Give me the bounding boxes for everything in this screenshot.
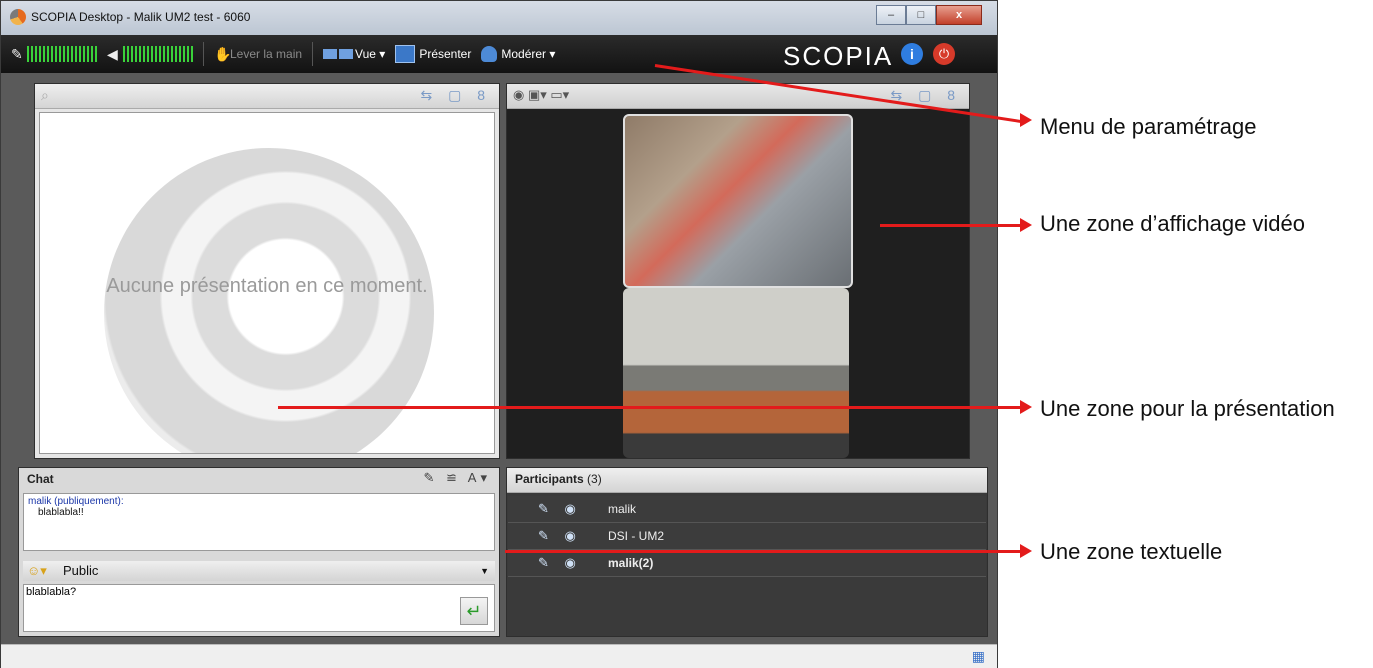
speaker-level-meter[interactable] xyxy=(123,46,193,62)
chat-input-text: blablabla? xyxy=(26,586,77,598)
participant-row[interactable]: ✎ ◉ malik(2) xyxy=(508,550,986,577)
window-controls: – □ x xyxy=(876,5,982,25)
send-button[interactable]: ↵ xyxy=(460,597,488,625)
participants-title: Participants (3) xyxy=(515,472,602,486)
chat-input[interactable]: blablabla? ↵ xyxy=(23,584,495,632)
layout-icon xyxy=(339,49,354,59)
present-button[interactable]: Présenter xyxy=(395,45,471,63)
chevron-down-icon[interactable]: ▼ xyxy=(480,566,489,576)
chat-panel: Chat ✎ ≌ A▾ malik (publiquement): blabla… xyxy=(18,467,500,637)
app-window: SCOPIA Desktop - Malik UM2 test - 6060 –… xyxy=(0,0,998,668)
scopia-app-icon xyxy=(10,9,26,25)
present-label: Présenter xyxy=(419,47,472,61)
chat-log[interactable]: malik (publiquement): blablabla!! xyxy=(23,493,495,551)
status-bar: ▦ xyxy=(1,644,997,668)
presentation-area: Aucune présentation en ce moment. xyxy=(39,112,495,454)
annotation-menu: Menu de paramétrage xyxy=(1040,114,1257,139)
raise-hand-label: Lever la main xyxy=(230,47,303,61)
annotation-arrowhead xyxy=(1020,218,1032,232)
video-panel: ◉ ▣▾ ▭▾ ⇆ ▢ 8 xyxy=(506,83,970,459)
speaker-icon: ◀ xyxy=(107,46,118,62)
window-title: SCOPIA Desktop - Malik UM2 test - 6060 xyxy=(31,10,251,24)
title-bar: SCOPIA Desktop - Malik UM2 test - 6060 –… xyxy=(1,1,997,35)
moderator-icon xyxy=(481,46,498,62)
presentation-panel: ⌕ ⇆ ▢ 8 Aucune présentation en ce moment… xyxy=(34,83,500,459)
microphone-control[interactable]: ✎ xyxy=(11,46,97,62)
microphone-icon: ✎ xyxy=(11,46,23,62)
annotation-arrow xyxy=(505,550,1025,553)
annotation-text: Une zone textuelle xyxy=(1040,539,1223,564)
chat-recipient-bar[interactable]: ☺▾ Public ▼ xyxy=(23,561,495,581)
annotation-arrowhead xyxy=(1020,544,1032,558)
mic-camera-icons[interactable]: ✎ ◉ xyxy=(538,501,582,517)
layout-icon xyxy=(323,49,338,59)
chat-title: Chat xyxy=(27,472,54,486)
participant-name: malik xyxy=(608,502,637,516)
annotation-presentation: Une zone pour la présentation xyxy=(1040,396,1335,421)
emoji-icon[interactable]: ☺▾ xyxy=(27,563,47,579)
mic-camera-icons[interactable]: ✎ ◉ xyxy=(538,555,582,571)
annotation-arrowhead xyxy=(1020,113,1032,127)
participant-video-2[interactable] xyxy=(623,288,849,458)
video-layout-icons[interactable]: ◉ ▣▾ ▭▾ xyxy=(513,87,569,103)
annotation-arrow xyxy=(278,406,1026,409)
microphone-level-meter[interactable] xyxy=(27,46,97,62)
info-icon[interactable]: i xyxy=(901,43,923,65)
chat-message: blablabla!! xyxy=(38,507,84,518)
chat-channel[interactable]: Public xyxy=(63,563,98,578)
speaker-control[interactable]: ◀ xyxy=(107,46,193,62)
presentation-icon xyxy=(395,45,416,63)
raise-hand-button[interactable]: ✋ Lever la main xyxy=(214,46,302,62)
presentation-panel-header: ⌕ ⇆ ▢ 8 xyxy=(35,84,499,109)
view-label: Vue ▾ xyxy=(355,47,386,61)
moderate-label: Modérer ▾ xyxy=(501,47,556,61)
annotation-video: Une zone d’affichage vidéo xyxy=(1040,211,1306,236)
annotation-arrowhead xyxy=(1020,400,1032,414)
maximize-button[interactable]: □ xyxy=(906,5,936,25)
hand-icon: ✋ xyxy=(214,46,232,62)
moderate-menu-button[interactable]: Modérer ▾ xyxy=(481,46,555,62)
participant-name: DSI - UM2 xyxy=(608,529,665,543)
participant-name: malik(2) xyxy=(608,556,654,570)
network-icon[interactable]: ▦ xyxy=(972,648,985,665)
toolbar-separator xyxy=(203,42,204,66)
annotation-arrow xyxy=(880,224,1025,227)
chat-sender: malik (publiquement): xyxy=(28,496,124,507)
participant-row[interactable]: ✎ ◉ malik xyxy=(508,496,986,523)
scopia-logo: SCOPIA xyxy=(783,41,894,71)
toolbar-separator xyxy=(312,42,314,66)
video-panel-header: ◉ ▣▾ ▭▾ ⇆ ▢ 8 xyxy=(507,84,969,109)
participant-video-1[interactable] xyxy=(623,114,853,288)
zoom-icon[interactable]: ⌕ xyxy=(41,87,49,104)
mic-camera-icons[interactable]: ✎ ◉ xyxy=(538,528,582,544)
no-presentation-text: Aucune présentation en ce moment. xyxy=(106,275,428,297)
panel-layout-icons[interactable]: ⇆ ▢ 8 xyxy=(420,87,491,104)
close-button[interactable]: x xyxy=(936,5,982,25)
chat-tools-icons[interactable]: ✎ ≌ A▾ xyxy=(424,470,492,486)
minimize-button[interactable]: – xyxy=(876,5,906,25)
view-menu-button[interactable]: Vue ▾ xyxy=(323,47,385,61)
participants-header: Participants (3) xyxy=(507,468,987,493)
power-icon[interactable]: ⏻ xyxy=(933,43,955,65)
participant-row[interactable]: ✎ ◉ DSI - UM2 xyxy=(508,523,986,550)
